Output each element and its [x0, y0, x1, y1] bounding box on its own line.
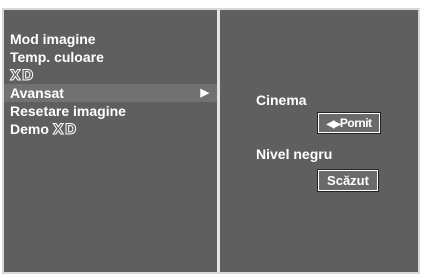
- menu-item-label: Temp. culoare: [10, 49, 104, 65]
- main-menu-panel: Mod imagine Temp. culoare XD Avansat ▶ R…: [4, 10, 217, 272]
- menu-item-label: Avansat: [10, 85, 64, 101]
- menu-item-label: Mod imagine: [10, 31, 96, 47]
- menu-item-label: Demo: [10, 121, 49, 137]
- menu-item-avansat[interactable]: Avansat ▶: [4, 84, 217, 102]
- menu-item-temp-culoare[interactable]: Temp. culoare: [4, 48, 217, 66]
- menu-item-demo-xd[interactable]: Demo XD: [4, 120, 217, 139]
- menu-item-xd[interactable]: XD: [4, 66, 217, 85]
- main-menu-list: Mod imagine Temp. culoare XD Avansat ▶ R…: [4, 30, 217, 139]
- cinema-value-selector[interactable]: ◀▶Pornit: [317, 112, 381, 134]
- xd-logo: XD: [9, 68, 35, 85]
- cinema-label: Cinema: [256, 92, 307, 108]
- menu-item-label: Resetare imagine: [10, 103, 126, 119]
- nivel-negru-value: Scăzut: [327, 173, 369, 188]
- submenu-panel: Cinema ◀▶Pornit Nivel negru Scăzut: [220, 10, 418, 272]
- nivel-negru-value-selector[interactable]: Scăzut: [317, 169, 379, 192]
- xd-logo: XD: [52, 122, 78, 139]
- menu-item-resetare-imagine[interactable]: Resetare imagine: [4, 102, 217, 120]
- left-right-arrows-icon: ◀▶: [326, 119, 340, 130]
- submenu-arrow-icon: ▶: [200, 87, 209, 99]
- nivel-negru-label: Nivel negru: [256, 146, 333, 162]
- menu-item-mod-imagine[interactable]: Mod imagine: [4, 30, 217, 48]
- osd-menu-window: Mod imagine Temp. culoare XD Avansat ▶ R…: [2, 8, 420, 274]
- cinema-value: Pornit: [339, 116, 372, 130]
